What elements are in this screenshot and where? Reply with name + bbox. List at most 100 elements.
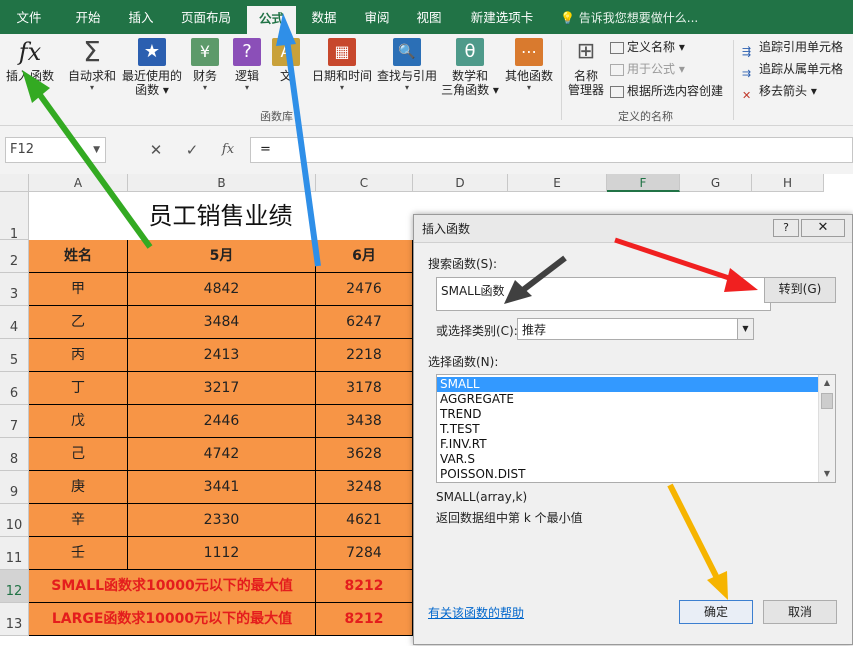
data-cell[interactable]: 2413 bbox=[128, 339, 316, 372]
row-header-6[interactable]: 6 bbox=[0, 372, 29, 405]
data-cell[interactable]: 丙 bbox=[29, 339, 128, 372]
data-cell[interactable]: 3628 bbox=[316, 438, 413, 471]
recent-functions-button[interactable]: ★ 最近使用的 函数 ▾ bbox=[119, 38, 185, 97]
row-header-13[interactable]: 13 bbox=[0, 603, 29, 636]
data-cell[interactable]: 戊 bbox=[29, 405, 128, 438]
define-name-button[interactable]: 定义名称 ▾ bbox=[610, 37, 685, 57]
close-icon[interactable]: ✕ bbox=[801, 219, 845, 237]
data-cell[interactable]: 4621 bbox=[316, 504, 413, 537]
row-header-7[interactable]: 7 bbox=[0, 405, 29, 438]
tab-data[interactable]: 数据 bbox=[302, 0, 346, 34]
data-cell[interactable]: 壬 bbox=[29, 537, 128, 570]
scroll-up-icon[interactable]: ▲ bbox=[819, 375, 835, 391]
summary-label-cell[interactable]: SMALL函数求10000元以下的最大值 bbox=[29, 570, 316, 603]
row-header-2[interactable]: 2 bbox=[0, 240, 29, 273]
column-header-g[interactable]: G bbox=[680, 174, 752, 192]
sheet-title[interactable]: 员工销售业绩 bbox=[29, 192, 412, 240]
help-icon[interactable]: ? bbox=[773, 219, 799, 237]
tell-me[interactable]: 💡 告诉我您想要做什么... bbox=[560, 0, 698, 34]
function-list-item[interactable]: TREND bbox=[437, 407, 818, 422]
data-cell[interactable]: 3441 bbox=[128, 471, 316, 504]
select-all-corner[interactable] bbox=[0, 174, 29, 192]
cancel-button[interactable]: 取消 bbox=[763, 600, 837, 624]
date-time-button[interactable]: ▦ 日期和时间 ▾ bbox=[310, 38, 374, 93]
summary-label-cell[interactable]: LARGE函数求10000元以下的最大值 bbox=[29, 603, 316, 636]
tab-review[interactable]: 审阅 bbox=[354, 0, 400, 34]
data-cell[interactable]: 4742 bbox=[128, 438, 316, 471]
function-list[interactable]: SMALL AGGREGATE TREND T.TEST F.INV.RT VAR.S PO… bbox=[436, 374, 836, 483]
column-header-a[interactable]: A bbox=[29, 174, 128, 192]
data-cell[interactable]: 6247 bbox=[316, 306, 413, 339]
name-manager-button[interactable]: ⊞ 名称 管理器 bbox=[564, 38, 608, 97]
row-header-10[interactable]: 10 bbox=[0, 504, 29, 537]
text-button[interactable]: A 文 bbox=[271, 38, 301, 83]
category-select[interactable]: 推荐 ▼ bbox=[517, 318, 754, 340]
data-cell[interactable]: 3178 bbox=[316, 372, 413, 405]
use-in-formula-button[interactable]: 用于公式 ▾ bbox=[610, 59, 685, 79]
tab-file[interactable]: 文件 bbox=[7, 0, 51, 34]
create-from-selection-button[interactable]: 根据所选内容创建 bbox=[610, 81, 723, 101]
list-scrollbar[interactable]: ▲ ▼ bbox=[818, 375, 835, 482]
data-cell[interactable]: 庚 bbox=[29, 471, 128, 504]
tab-new[interactable]: 新建选项卡 bbox=[460, 0, 544, 34]
column-header-c[interactable]: C bbox=[316, 174, 413, 192]
chevron-down-icon[interactable]: ▼ bbox=[737, 319, 753, 339]
row-header-9[interactable]: 9 bbox=[0, 471, 29, 504]
data-cell[interactable]: 己 bbox=[29, 438, 128, 471]
trace-dependents-button[interactable]: ⇉ 追踪从属单元格 bbox=[742, 59, 843, 80]
column-header-e[interactable]: E bbox=[508, 174, 607, 192]
scroll-thumb[interactable] bbox=[821, 393, 833, 409]
data-cell[interactable]: 4842 bbox=[128, 273, 316, 306]
function-list-item[interactable]: F.INV.RT bbox=[437, 437, 818, 452]
financial-button[interactable]: ¥ 财务 ▾ bbox=[187, 38, 223, 93]
row-header-12[interactable]: 12 bbox=[0, 570, 29, 603]
summary-value-cell[interactable]: 8212 bbox=[316, 570, 413, 603]
formula-input[interactable]: = bbox=[250, 137, 853, 163]
row-header-3[interactable]: 3 bbox=[0, 273, 29, 306]
tab-home[interactable]: 开始 bbox=[62, 0, 114, 34]
data-cell[interactable]: 3248 bbox=[316, 471, 413, 504]
data-cell[interactable]: 辛 bbox=[29, 504, 128, 537]
scroll-down-icon[interactable]: ▼ bbox=[819, 466, 835, 482]
ok-button[interactable]: 确定 bbox=[679, 600, 753, 624]
search-function-input[interactable]: SMALL函数 bbox=[436, 277, 771, 311]
enter-icon[interactable]: ✓ bbox=[180, 137, 204, 163]
data-cell[interactable]: 甲 bbox=[29, 273, 128, 306]
autosum-button[interactable]: Σ 自动求和 ▾ bbox=[64, 38, 120, 93]
column-header-h[interactable]: H bbox=[752, 174, 824, 192]
column-header-d[interactable]: D bbox=[413, 174, 508, 192]
data-cell[interactable]: 2218 bbox=[316, 339, 413, 372]
more-functions-button[interactable]: ⋯ 其他函数 ▾ bbox=[501, 38, 557, 93]
cancel-icon[interactable]: ✕ bbox=[144, 137, 168, 163]
data-cell[interactable]: 1112 bbox=[128, 537, 316, 570]
row-header-11[interactable]: 11 bbox=[0, 537, 29, 570]
name-box[interactable]: F12 ▼ bbox=[5, 137, 106, 163]
data-cell[interactable]: 3484 bbox=[128, 306, 316, 339]
column-header-b[interactable]: B bbox=[128, 174, 316, 192]
row-header-4[interactable]: 4 bbox=[0, 306, 29, 339]
row-header-8[interactable]: 8 bbox=[0, 438, 29, 471]
help-link[interactable]: 有关该函数的帮助 bbox=[428, 604, 524, 621]
data-cell[interactable]: 7284 bbox=[316, 537, 413, 570]
trace-precedents-button[interactable]: ⇶ 追踪引用单元格 bbox=[742, 37, 843, 58]
column-header-f[interactable]: F bbox=[607, 174, 680, 192]
logical-button[interactable]: ? 逻辑 ▾ bbox=[229, 38, 265, 93]
math-trig-button[interactable]: θ 数学和 三角函数 ▾ bbox=[441, 38, 499, 97]
tab-view[interactable]: 视图 bbox=[406, 0, 452, 34]
data-cell[interactable]: 3217 bbox=[128, 372, 316, 405]
fx-icon[interactable]: fx bbox=[216, 137, 240, 163]
function-list-item[interactable]: SMALL bbox=[437, 377, 818, 392]
tab-insert[interactable]: 插入 bbox=[118, 0, 164, 34]
header-cell[interactable]: 6月 bbox=[316, 240, 413, 273]
summary-value-cell[interactable]: 8212 bbox=[316, 603, 413, 636]
row-header-1[interactable]: 1 bbox=[0, 192, 29, 242]
function-list-item[interactable]: POISSON.DIST bbox=[437, 467, 818, 482]
header-cell[interactable]: 姓名 bbox=[29, 240, 128, 273]
data-cell[interactable]: 丁 bbox=[29, 372, 128, 405]
tab-page-layout[interactable]: 页面布局 bbox=[170, 0, 242, 34]
data-cell[interactable]: 2330 bbox=[128, 504, 316, 537]
data-cell[interactable]: 2446 bbox=[128, 405, 316, 438]
header-cell[interactable]: 5月 bbox=[128, 240, 316, 273]
function-list-item[interactable]: AGGREGATE bbox=[437, 392, 818, 407]
data-cell[interactable]: 乙 bbox=[29, 306, 128, 339]
